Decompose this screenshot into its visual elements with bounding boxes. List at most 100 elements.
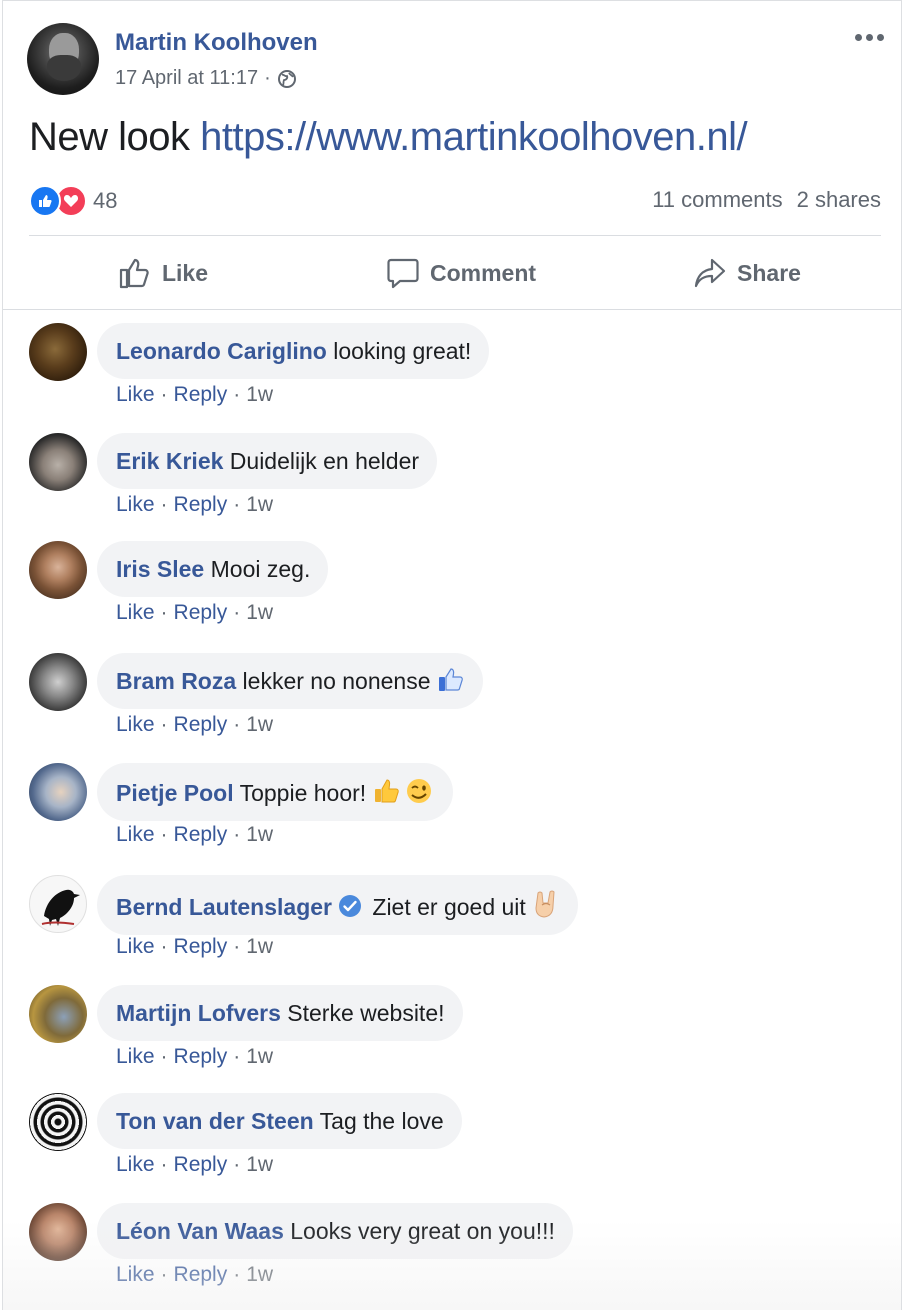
comment-like-link[interactable]: Like bbox=[116, 493, 155, 517]
comment-text: Duidelijk en helder bbox=[229, 448, 420, 474]
separator: · bbox=[160, 823, 168, 846]
post-stats: 48 11 comments 2 shares bbox=[29, 183, 881, 217]
comments-count[interactable]: 11 comments bbox=[652, 187, 782, 213]
comment-bubble: Martijn Lofvers Sterke website! bbox=[97, 985, 463, 1041]
separator: · bbox=[233, 1153, 241, 1176]
divider bbox=[29, 235, 881, 236]
separator: · bbox=[233, 601, 241, 624]
comment-item: Iris Slee Mooi zeg. Like · Reply · 1w bbox=[29, 541, 881, 641]
meta-separator: · bbox=[264, 67, 271, 89]
post-link[interactable]: https://www.martinkoolhoven.nl/ bbox=[200, 115, 747, 159]
comment-reply-link[interactable]: Reply bbox=[174, 383, 228, 407]
post-header: Martin Koolhoven 17 April at 11:17 · bbox=[27, 23, 887, 99]
comment-label: Comment bbox=[429, 259, 537, 286]
comment-text: Ziet er goed uit bbox=[372, 894, 526, 920]
like-label: Like bbox=[161, 259, 209, 286]
comment-like-link[interactable]: Like bbox=[116, 713, 155, 737]
separator: · bbox=[233, 493, 241, 516]
comment-reply-link[interactable]: Reply bbox=[174, 713, 228, 737]
comment-item: Pietje Pool Toppie hoor! Like · Reply · … bbox=[29, 763, 881, 863]
comment-item: Erik Kriek Duidelijk en helder Like · Re… bbox=[29, 433, 881, 533]
comment-time[interactable]: 1w bbox=[246, 1263, 273, 1287]
comment-reply-link[interactable]: Reply bbox=[174, 493, 228, 517]
comment-bubble: Léon Van Waas Looks very great on you!!! bbox=[97, 1203, 573, 1259]
commenter-avatar[interactable] bbox=[29, 541, 87, 599]
commenter-name[interactable]: Leonardo Cariglino bbox=[116, 338, 327, 364]
separator: · bbox=[233, 713, 241, 736]
separator: · bbox=[233, 383, 241, 406]
reactions-summary[interactable]: 48 bbox=[29, 185, 117, 217]
separator: · bbox=[160, 1153, 168, 1176]
comment-item: Ton van der Steen Tag the love Like · Re… bbox=[29, 1093, 881, 1193]
comment-reply-link[interactable]: Reply bbox=[174, 1045, 228, 1069]
commenter-name[interactable]: Martijn Lofvers bbox=[116, 1000, 281, 1026]
comment-time[interactable]: 1w bbox=[246, 383, 273, 407]
verified-badge-icon bbox=[339, 895, 361, 917]
commenter-name[interactable]: Ton van der Steen bbox=[116, 1108, 314, 1134]
commenter-name[interactable]: Bernd Lautenslager bbox=[116, 894, 332, 920]
comment-time[interactable]: 1w bbox=[246, 1045, 273, 1069]
share-button[interactable]: Share bbox=[679, 241, 815, 305]
post-card: Martin Koolhoven 17 April at 11:17 · New… bbox=[2, 0, 902, 1310]
comment-time[interactable]: 1w bbox=[246, 493, 273, 517]
commenter-name[interactable]: Iris Slee bbox=[116, 556, 204, 582]
comment-reply-link[interactable]: Reply bbox=[174, 823, 228, 847]
comment-bubble: Pietje Pool Toppie hoor! bbox=[97, 763, 453, 821]
thumbs-up-wink-icon bbox=[374, 779, 431, 803]
comment-bubble: Bernd Lautenslager Ziet er goed uit bbox=[97, 875, 579, 935]
thumbs-up-icon bbox=[438, 668, 463, 691]
commenter-avatar[interactable] bbox=[29, 323, 87, 381]
separator: · bbox=[233, 1045, 241, 1068]
share-label: Share bbox=[737, 259, 801, 286]
comment-like-link[interactable]: Like bbox=[116, 823, 155, 847]
commenter-name[interactable]: Erik Kriek bbox=[116, 448, 223, 474]
comment-text: Tag the love bbox=[319, 1108, 444, 1134]
comment-like-link[interactable]: Like bbox=[116, 601, 155, 625]
commenter-avatar[interactable] bbox=[29, 1093, 87, 1151]
globe-icon[interactable] bbox=[277, 69, 297, 89]
comment-like-link[interactable]: Like bbox=[116, 383, 155, 407]
comment-like-link[interactable]: Like bbox=[116, 1045, 155, 1069]
post-body: New look bbox=[29, 115, 190, 159]
commenter-avatar[interactable] bbox=[29, 875, 87, 933]
commenter-avatar[interactable] bbox=[29, 1203, 87, 1261]
separator: · bbox=[160, 493, 168, 516]
comment-reply-link[interactable]: Reply bbox=[174, 1153, 228, 1177]
shares-count[interactable]: 2 shares bbox=[797, 187, 881, 213]
commenter-avatar[interactable] bbox=[29, 985, 87, 1043]
crow-icon bbox=[41, 889, 80, 926]
comment-bubble: Leonardo Cariglino looking great! bbox=[97, 323, 490, 379]
comment-text: Toppie hoor! bbox=[239, 780, 367, 806]
comment-like-link[interactable]: Like bbox=[116, 1263, 155, 1287]
comment-bubble: Iris Slee Mooi zeg. bbox=[97, 541, 329, 597]
comment-time[interactable]: 1w bbox=[246, 1153, 273, 1177]
comment-item: Martijn Lofvers Sterke website! Like · R… bbox=[29, 985, 881, 1085]
comment-like-link[interactable]: Like bbox=[116, 1153, 155, 1177]
author-name[interactable]: Martin Koolhoven bbox=[115, 29, 318, 57]
post-timestamp[interactable]: 17 April at 11:17 bbox=[115, 67, 258, 90]
commenter-avatar[interactable] bbox=[29, 653, 87, 711]
comment-reply-link[interactable]: Reply bbox=[174, 601, 228, 625]
like-button[interactable]: Like bbox=[103, 241, 223, 305]
comment-like-link[interactable]: Like bbox=[116, 935, 155, 959]
comment-item: Leonardo Cariglino looking great! Like ·… bbox=[29, 323, 881, 423]
commenter-name[interactable]: Léon Van Waas bbox=[116, 1218, 284, 1244]
commenter-name[interactable]: Bram Roza bbox=[116, 668, 236, 694]
author-avatar[interactable] bbox=[27, 23, 99, 95]
comment-reply-link[interactable]: Reply bbox=[174, 1263, 228, 1287]
comment-time[interactable]: 1w bbox=[246, 823, 273, 847]
comment-time[interactable]: 1w bbox=[246, 601, 273, 625]
comment-reply-link[interactable]: Reply bbox=[174, 935, 228, 959]
separator: · bbox=[160, 935, 168, 958]
comment-text: Looks very great on you!!! bbox=[290, 1218, 555, 1244]
comment-button[interactable]: Comment bbox=[371, 241, 551, 305]
commenter-avatar[interactable] bbox=[29, 763, 87, 821]
comment-bubble: Erik Kriek Duidelijk en helder bbox=[97, 433, 438, 489]
commenter-avatar[interactable] bbox=[29, 433, 87, 491]
commenter-name[interactable]: Pietje Pool bbox=[116, 780, 234, 806]
comment-time[interactable]: 1w bbox=[246, 935, 273, 959]
more-options-icon[interactable] bbox=[851, 23, 887, 51]
comment-text: Mooi zeg. bbox=[210, 556, 311, 582]
separator: · bbox=[160, 601, 168, 624]
comment-time[interactable]: 1w bbox=[246, 713, 273, 737]
